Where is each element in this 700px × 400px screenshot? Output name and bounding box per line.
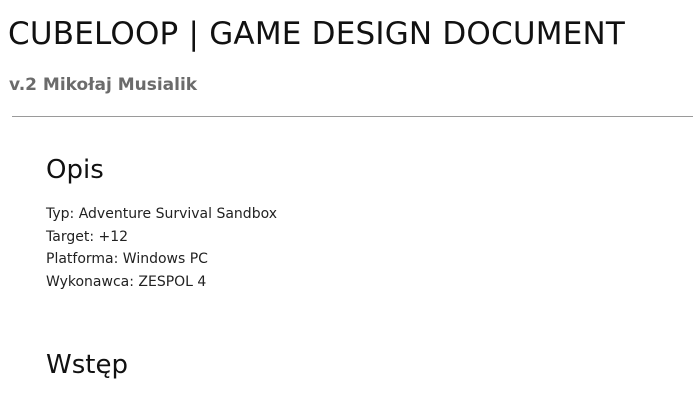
section-heading-opis: Opis [46, 155, 104, 185]
info-line-target: Target: +12 [46, 228, 129, 245]
description-list: Typ: Adventure Survival Sandbox Target: … [46, 203, 277, 294]
section-heading-wstep: Wstęp [46, 350, 128, 380]
title-divider [12, 116, 693, 117]
document-subtitle: v.2 Mikołaj Musialik [9, 75, 198, 95]
info-line-platform: Platforma: Windows PC [46, 251, 208, 268]
info-line-developer: Wykonawca: ZESPOL 4 [46, 274, 207, 291]
info-line-type: Typ: Adventure Survival Sandbox [46, 206, 277, 222]
document-title: CUBELOOP | GAME DESIGN DOCUMENT [8, 16, 626, 52]
